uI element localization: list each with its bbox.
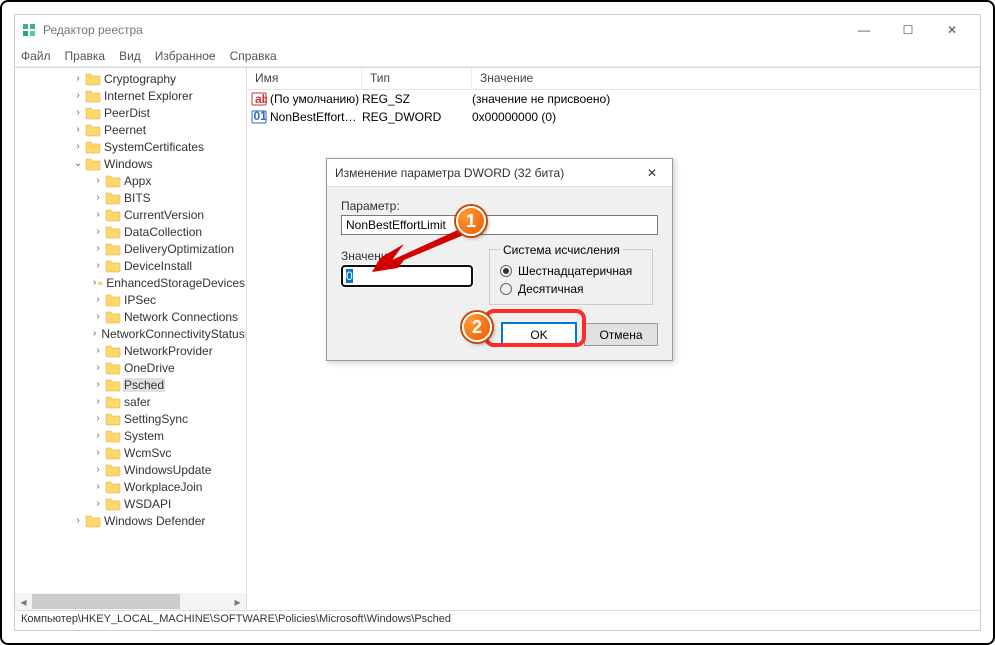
menu-favorites[interactable]: Избранное — [155, 49, 216, 63]
window-title: Редактор реестра — [43, 23, 842, 37]
tree-node[interactable]: ›WSDAPI — [15, 495, 246, 512]
radio-dec[interactable]: Десятичная — [500, 282, 642, 296]
col-type[interactable]: Тип — [362, 68, 472, 89]
registry-value-row[interactable]: NonBestEffortLi...REG_DWORD0x00000000 (0… — [247, 108, 980, 126]
folder-icon — [105, 293, 121, 307]
tree-node[interactable]: ›Network Connections — [15, 308, 246, 325]
folder-icon — [105, 429, 121, 443]
col-value[interactable]: Значение — [472, 68, 980, 89]
tree-node[interactable]: ›Internet Explorer — [15, 87, 246, 104]
tree-node[interactable]: ›BITS — [15, 189, 246, 206]
folder-icon — [105, 225, 121, 239]
folder-icon — [105, 174, 121, 188]
close-button[interactable]: ✕ — [930, 16, 974, 44]
folder-icon — [105, 395, 121, 409]
folder-icon — [105, 378, 121, 392]
folder-icon — [105, 412, 121, 426]
menubar: Файл Правка Вид Избранное Справка — [15, 45, 980, 67]
tree-node[interactable]: ›IPSec — [15, 291, 246, 308]
folder-icon — [105, 463, 121, 477]
dialog-titlebar: Изменение параметра DWORD (32 бита) ✕ — [327, 159, 672, 187]
col-name[interactable]: Имя — [247, 68, 362, 89]
folder-icon — [98, 276, 103, 290]
folder-icon — [85, 514, 101, 528]
tree-node[interactable]: ›NetworkProvider — [15, 342, 246, 359]
folder-icon — [85, 72, 101, 86]
registry-value-row[interactable]: (По умолчанию)REG_SZ(значение не присвое… — [247, 90, 980, 108]
folder-icon — [85, 106, 101, 120]
tree-node[interactable]: ›WorkplaceJoin — [15, 478, 246, 495]
tree-node[interactable]: ›DeliveryOptimization — [15, 240, 246, 257]
titlebar: Редактор реестра — ☐ ✕ — [15, 15, 980, 45]
tree-node[interactable]: ›Cryptography — [15, 70, 246, 87]
tree-node[interactable]: ›PeerDist — [15, 104, 246, 121]
cancel-button[interactable]: Отмена — [584, 323, 658, 346]
tree-node[interactable]: ›WcmSvc — [15, 444, 246, 461]
tree-node[interactable]: ›NetworkConnectivityStatusIndicator — [15, 325, 246, 342]
folder-icon — [105, 344, 121, 358]
tree-node[interactable]: ›CurrentVersion — [15, 206, 246, 223]
tree-node[interactable]: ›OneDrive — [15, 359, 246, 376]
radio-hex[interactable]: Шестнадцатеричная — [500, 264, 642, 278]
scroll-left-icon[interactable]: ◂ — [15, 593, 32, 610]
radio-hex-button[interactable] — [500, 265, 512, 277]
callout-2: 2 — [462, 312, 492, 342]
tree-node[interactable]: ›Psched — [15, 376, 246, 393]
minimize-button[interactable]: — — [842, 16, 886, 44]
binary-value-icon — [251, 109, 267, 125]
ok-highlight-ring — [484, 309, 586, 347]
tree-node[interactable]: ⌄Windows — [15, 155, 246, 172]
scroll-right-icon[interactable]: ▸ — [229, 593, 246, 610]
folder-icon — [85, 89, 101, 103]
maximize-button[interactable]: ☐ — [886, 16, 930, 44]
tree-node[interactable]: ›safer — [15, 393, 246, 410]
tree-node[interactable]: ›System — [15, 427, 246, 444]
tree-scrollbar[interactable]: ◂ ▸ — [15, 593, 246, 610]
tree-node[interactable]: ›Appx — [15, 172, 246, 189]
menu-file[interactable]: Файл — [21, 49, 51, 63]
string-value-icon — [251, 91, 267, 107]
folder-icon — [105, 446, 121, 460]
folder-icon — [105, 361, 121, 375]
menu-view[interactable]: Вид — [119, 49, 141, 63]
app-icon — [21, 22, 37, 38]
tree-node[interactable]: ›DataCollection — [15, 223, 246, 240]
base-legend: Система исчисления — [500, 243, 623, 257]
tree-node[interactable]: ›Peernet — [15, 121, 246, 138]
tree-node[interactable]: ›EnhancedStorageDevices — [15, 274, 246, 291]
list-header: Имя Тип Значение — [247, 68, 980, 90]
base-fieldset: Система исчисления Шестнадцатеричная Дес… — [489, 249, 653, 305]
folder-icon — [105, 191, 121, 205]
folder-icon — [85, 140, 101, 154]
tree-node[interactable]: ›DeviceInstall — [15, 257, 246, 274]
menu-edit[interactable]: Правка — [65, 49, 106, 63]
folder-icon — [85, 123, 101, 137]
folder-icon — [105, 208, 121, 222]
tree-node[interactable]: ›WindowsUpdate — [15, 461, 246, 478]
folder-icon — [85, 157, 101, 171]
folder-icon — [105, 310, 121, 324]
dialog-close-button[interactable]: ✕ — [640, 161, 664, 185]
tree-node[interactable]: ›SettingSync — [15, 410, 246, 427]
dialog-title: Изменение параметра DWORD (32 бита) — [335, 166, 640, 180]
param-label: Параметр: — [341, 199, 658, 213]
tree-pane[interactable]: ›Cryptography›Internet Explorer›PeerDist… — [15, 68, 247, 610]
tree-node[interactable]: ›SystemCertificates — [15, 138, 246, 155]
arrow-annotation — [372, 220, 467, 275]
folder-icon — [105, 497, 121, 511]
folder-icon — [105, 242, 121, 256]
status-bar: Компьютер\HKEY_LOCAL_MACHINE\SOFTWARE\Po… — [15, 610, 980, 630]
folder-icon — [105, 259, 121, 273]
callout-1: 1 — [456, 206, 486, 236]
tree-node[interactable]: ›Windows Defender — [15, 512, 246, 529]
radio-dec-button[interactable] — [500, 283, 512, 295]
folder-icon — [105, 480, 121, 494]
menu-help[interactable]: Справка — [230, 49, 277, 63]
